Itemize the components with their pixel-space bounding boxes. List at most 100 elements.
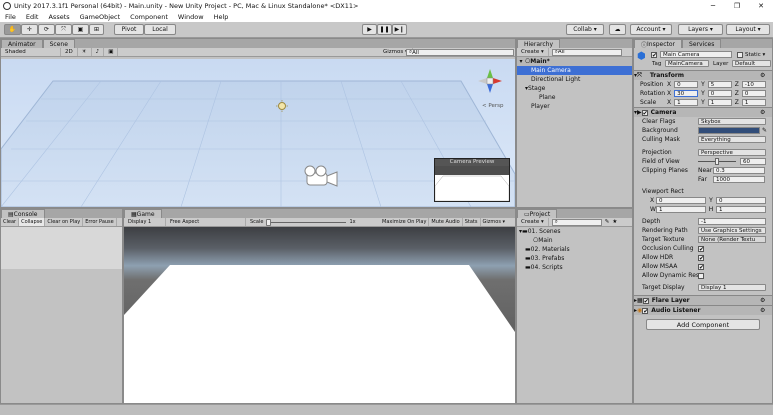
hierarchy-item-directional-light[interactable]: Directional Light [517,75,632,84]
shading-dropdown[interactable]: Shaded [1,48,61,56]
layer-dropdown[interactable]: Default [732,60,771,67]
rotation-x-field[interactable]: 30 [674,90,699,97]
occlusion-checkbox[interactable]: ✔ [698,245,704,252]
console-clear-button[interactable]: Clear [1,218,20,226]
minimize-button[interactable]: ─ [701,0,725,12]
hierarchy-create-dropdown[interactable]: Create ▾ [517,48,549,56]
tab-project[interactable]: ▭ Project [517,209,558,218]
menu-file[interactable]: File [0,13,21,21]
static-label[interactable]: Static ▾ [745,52,765,58]
eyedropper-icon[interactable]: ✎ [762,127,767,134]
hand-tool-icon[interactable]: ✋ [4,24,21,35]
viewport-x-field[interactable]: 0 [656,197,706,204]
menu-gameobject[interactable]: GameObject [75,13,126,21]
audio-listener-header[interactable]: ▸ ◉ ✔ Audio Listener ⚙ [634,305,772,315]
project-scene-main[interactable]: ⎔ Main [517,236,632,245]
hierarchy-item-stage[interactable]: ▾ Stage [517,84,632,93]
console-clear-on-play-button[interactable]: Clear on Play [45,218,84,226]
clear-flags-dropdown[interactable]: Skybox [698,118,766,125]
pivot-button[interactable]: Pivot [114,24,144,35]
menu-assets[interactable]: Assets [43,13,74,21]
console-error-pause-button[interactable]: Error Pause [83,218,117,226]
scale-z-field[interactable]: 1 [741,99,766,106]
near-field[interactable]: 0.3 [713,167,765,174]
settings-gear-icon[interactable]: ⚙ [760,297,765,304]
project-folder-scenes[interactable]: ▾ ▬ 01. Scenes [517,227,632,236]
project-search-input[interactable]: ⌕ [551,218,602,226]
rendering-path-dropdown[interactable]: Use Graphics Settings [698,227,766,234]
step-button[interactable]: ▶❙ [392,24,407,35]
maximize-on-play-button[interactable]: Maximize On Play [380,218,430,226]
depth-field[interactable]: -1 [698,218,766,225]
console-collapse-button[interactable]: Collapse [19,218,46,226]
menu-help[interactable]: Help [209,13,234,21]
hdr-checkbox[interactable]: ✔ [698,254,704,261]
tab-animator[interactable]: Animator [1,39,43,48]
flare-layer-checkbox[interactable]: ✔ [642,297,649,304]
tag-dropdown[interactable]: MainCamera [665,60,709,67]
flare-layer-header[interactable]: ▸ ▦ ✔ Flare Layer ⚙ [634,295,772,305]
layers-dropdown[interactable]: Layers ▾ [678,24,723,35]
position-z-field[interactable]: -10 [741,81,766,88]
viewport-h-field[interactable]: 1 [716,206,766,213]
hierarchy-item-player[interactable]: Player [517,102,632,111]
background-color-swatch[interactable] [698,127,760,134]
tab-hierarchy[interactable]: Hierarchy [517,39,561,48]
game-gizmos-dropdown[interactable]: Gizmos ▾ [481,218,508,226]
object-name-field[interactable]: Main Camera [660,51,732,58]
game-viewport[interactable] [124,227,515,403]
menu-component[interactable]: Component [125,13,173,21]
add-component-button[interactable]: Add Component [646,319,760,330]
effects-icon[interactable]: ▣ [104,48,119,56]
project-folder-prefabs[interactable]: ▬ 03. Prefabs [517,254,632,263]
static-checkbox[interactable] [737,52,743,58]
scale-slider-track[interactable] [266,218,347,226]
fov-slider-thumb[interactable] [715,158,719,165]
stats-button[interactable]: Stats [463,218,481,226]
tab-console[interactable]: ▤ Console [1,209,45,218]
mode-2d-button[interactable]: 2D [61,48,78,56]
camera-header[interactable]: ▾ ▶ ✔ Camera ⚙ [634,107,772,117]
project-folder-materials[interactable]: ▬ 02. Materials [517,245,632,254]
target-display-dropdown[interactable]: Display 1 [698,284,766,291]
settings-gear-icon[interactable]: ⚙ [760,307,765,314]
mute-audio-button[interactable]: Mute Audio [429,218,463,226]
position-x-field[interactable]: 0 [674,81,699,88]
settings-gear-icon[interactable]: ⚙ [760,109,765,116]
scale-x-field[interactable]: 1 [674,99,699,106]
console-log-area[interactable] [1,227,122,269]
hierarchy-item-main-camera[interactable]: Main Camera [517,66,632,75]
scale-tool-icon[interactable]: ⤧ [55,24,72,35]
msaa-checkbox[interactable]: ✔ [698,263,704,270]
viewport-w-field[interactable]: 1 [656,206,706,213]
rotation-y-field[interactable]: 0 [707,90,732,97]
collab-button[interactable]: Collab ▾ [566,24,604,35]
rect-tool-icon[interactable]: ▣ [72,24,89,35]
project-folder-scripts[interactable]: ▬ 04. Scripts [517,263,632,272]
persp-label[interactable]: < Persp [482,103,503,109]
tab-services[interactable]: Services [682,39,722,48]
projection-dropdown[interactable]: Perspective [698,149,766,156]
fov-field[interactable]: 60 [740,158,766,165]
hierarchy-scene-row[interactable]: ▾ ⎔ Main* [517,57,632,66]
cloud-icon[interactable]: ☁ [609,24,626,35]
target-texture-field[interactable]: None (Render Textu [698,236,766,243]
tag-filter-icon[interactable]: ✎ [605,219,610,225]
display-dropdown[interactable]: Display 1 [124,218,166,226]
aspect-dropdown[interactable]: Free Aspect [166,218,246,226]
play-button[interactable]: ▶ [362,24,377,35]
tab-inspector[interactable]: ⓘ Inspector [634,39,683,49]
position-y-field[interactable]: 5 [707,81,732,88]
local-button[interactable]: Local [144,24,176,35]
scale-slider[interactable]: Scale 1x [246,218,380,226]
hierarchy-search-input[interactable]: ⌕ All [551,48,622,56]
maximize-button[interactable]: ❐ [725,0,749,12]
dynres-checkbox[interactable] [698,272,704,279]
scene-viewport[interactable]: < Persp Camera Preview [1,59,515,207]
camera-enabled-checkbox[interactable]: ✔ [641,109,648,116]
settings-gear-icon[interactable]: ⚙ [760,72,765,79]
pause-button[interactable]: ❚❚ [377,24,392,35]
project-create-dropdown[interactable]: Create ▾ [517,218,549,226]
expand-arrow-icon[interactable]: ▾ [517,58,525,65]
audio-listener-checkbox[interactable]: ✔ [642,307,648,314]
